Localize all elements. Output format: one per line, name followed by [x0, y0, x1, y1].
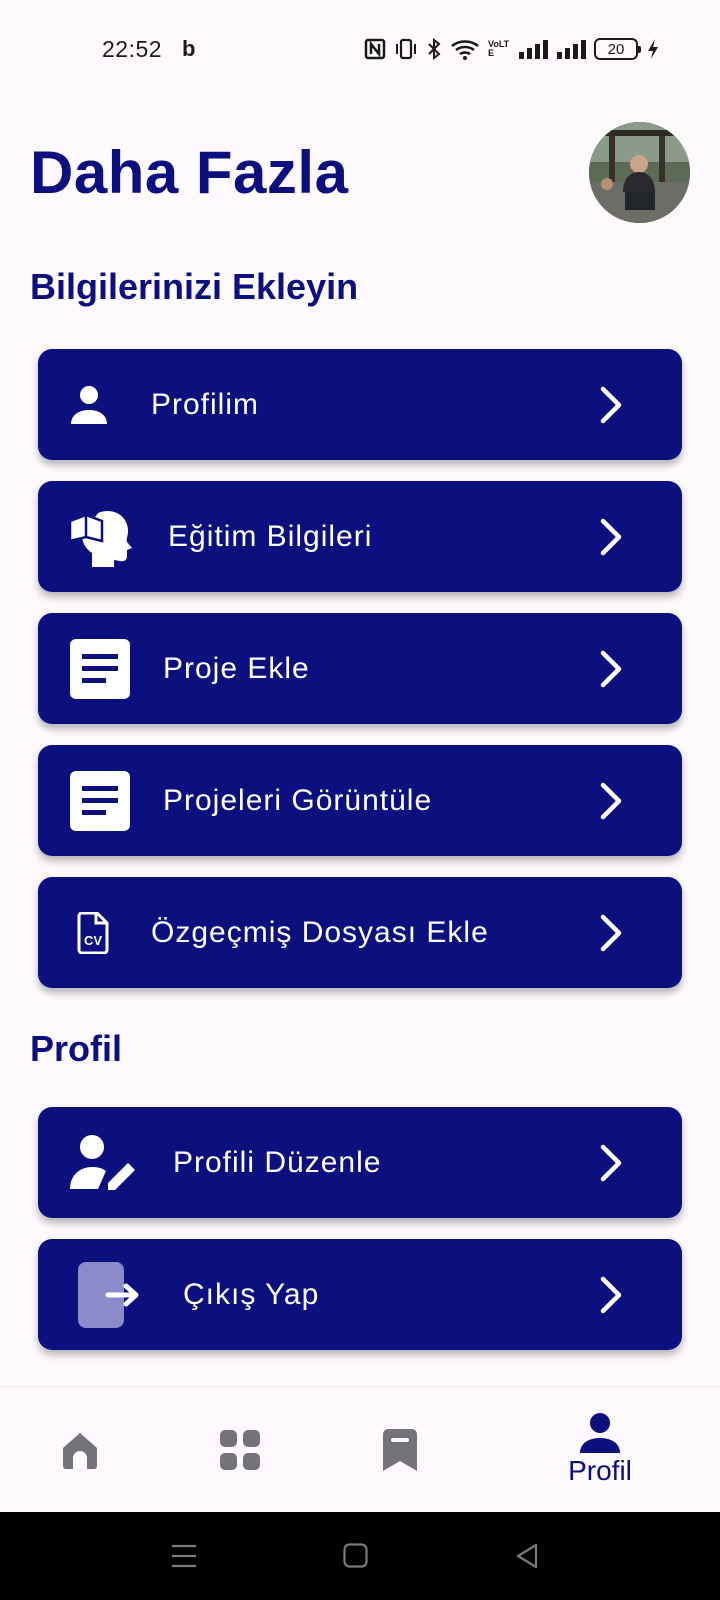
- person-icon: [71, 385, 107, 424]
- menu-item-logout[interactable]: Çıkış Yap: [38, 1239, 682, 1350]
- menu-icon[interactable]: [171, 1544, 197, 1568]
- section-title-profile: Profil: [30, 1028, 123, 1069]
- document-icon: [70, 638, 130, 699]
- chevron-right-icon: [600, 518, 622, 555]
- wifi-icon: [451, 40, 479, 60]
- menu-item-label: Eğitim Bilgileri: [168, 519, 373, 553]
- avatar[interactable]: [589, 122, 690, 223]
- menu-item-label: Çıkış Yap: [183, 1277, 320, 1311]
- charging-icon: [648, 39, 658, 59]
- nfc-icon: [364, 38, 386, 60]
- nav-item-grid[interactable]: [160, 1387, 320, 1513]
- chevron-right-icon: [600, 914, 622, 951]
- menu-item-edit-profile[interactable]: Profili Düzenle: [38, 1107, 682, 1218]
- chevron-right-icon: [600, 386, 622, 423]
- menu-item-label: Profilim: [151, 387, 260, 421]
- battery-level: 20: [607, 40, 625, 58]
- signal-icon: [519, 40, 548, 59]
- document-icon: [70, 770, 130, 831]
- menu-item-label: Profili Düzenle: [173, 1145, 382, 1179]
- status-time: 22:52: [102, 36, 163, 62]
- status-icons: VoLTE 20: [364, 36, 660, 62]
- chevron-right-icon: [600, 1144, 622, 1181]
- logout-icon: [78, 1261, 139, 1328]
- menu-item-profilim[interactable]: Profilim: [38, 349, 682, 460]
- avatar-photo: [589, 122, 690, 223]
- signal-icon-2: [557, 40, 586, 59]
- menu-item-view-projects[interactable]: Projeleri Görüntüle: [38, 745, 682, 856]
- menu-item-education[interactable]: Eğitim Bilgileri: [38, 481, 682, 592]
- bottom-navigation: Profil: [0, 1386, 720, 1512]
- nav-item-profile[interactable]: Profil: [520, 1387, 680, 1513]
- battery-icon: 20: [594, 38, 641, 60]
- page-title: Daha Fazla: [30, 139, 349, 206]
- home-button-icon[interactable]: [343, 1543, 368, 1568]
- bing-icon: b: [182, 36, 196, 61]
- status-bar: 22:52 b VoLTE 20: [0, 0, 720, 96]
- chevron-right-icon: [600, 1276, 622, 1313]
- nav-item-bookmarks[interactable]: [320, 1387, 480, 1513]
- volte-icon: VoLTE: [488, 39, 510, 58]
- menu-item-add-cv[interactable]: CV Özgeçmiş Dosyası Ekle: [38, 877, 682, 988]
- chevron-right-icon: [600, 650, 622, 687]
- cv-file-icon: CV: [77, 911, 109, 954]
- back-icon[interactable]: [515, 1543, 539, 1569]
- system-navigation-bar: [0, 1512, 720, 1600]
- svg-text:CV: CV: [84, 933, 102, 948]
- user-edit-icon: [70, 1134, 135, 1190]
- bookmark-icon: [383, 1429, 417, 1471]
- home-icon: [63, 1433, 97, 1469]
- menu-item-label: Projeleri Görüntüle: [163, 783, 433, 817]
- section-title-add-info: Bilgilerinizi Ekleyin: [30, 266, 359, 307]
- grid-icon: [220, 1430, 260, 1470]
- menu-item-add-project[interactable]: Proje Ekle: [38, 613, 682, 724]
- nav-label-profile: Profil: [568, 1455, 632, 1486]
- bluetooth-icon: [428, 38, 441, 60]
- person-icon: [580, 1413, 620, 1453]
- menu-item-label: Özgeçmiş Dosyası Ekle: [151, 915, 489, 949]
- vibrate-icon: [396, 38, 416, 60]
- menu-item-label: Proje Ekle: [163, 651, 310, 685]
- chevron-right-icon: [600, 782, 622, 819]
- nav-item-home[interactable]: [0, 1387, 160, 1513]
- education-icon: [68, 510, 132, 567]
